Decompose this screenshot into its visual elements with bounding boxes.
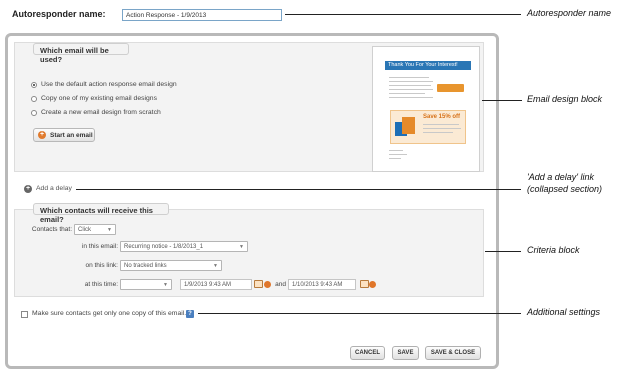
plus-icon: + — [38, 131, 46, 139]
help-icon[interactable]: ? — [186, 310, 194, 318]
option-label: Create a new email design from scratch — [41, 109, 161, 116]
preview-text-line — [389, 81, 433, 82]
radio-icon[interactable] — [31, 109, 37, 116]
at-this-time-label: at this time: — [84, 281, 118, 288]
preview-bag-image — [402, 117, 415, 134]
callout-add-delay: 'Add a delay' link — [527, 172, 594, 182]
callout-additional-settings: Additional settings — [527, 307, 601, 317]
preview-text-line — [389, 77, 429, 78]
save-button[interactable]: SAVE — [392, 346, 419, 360]
callout-line-autoresponder — [285, 14, 521, 15]
calendar-icon[interactable] — [254, 280, 263, 288]
add-delay-plus-icon[interactable]: + — [24, 185, 32, 193]
chevron-down-icon: ▼ — [163, 281, 168, 288]
preview-cta-button — [437, 84, 464, 92]
single-copy-label: Make sure contacts get only one copy of … — [32, 310, 187, 317]
contacts-that-select[interactable]: Click ▼ — [74, 224, 116, 235]
preview-text-line — [389, 150, 403, 151]
option-default-design[interactable]: Use the default action response email de… — [31, 81, 177, 88]
email-select[interactable]: Recurring notice - 1/8/2013_1 ▼ — [120, 241, 248, 252]
autoresponder-name-input[interactable] — [122, 9, 282, 21]
callout-add-delay-note: (collapsed section) — [527, 184, 603, 194]
preview-text-line — [423, 128, 461, 129]
start-email-button[interactable]: + Start an email — [33, 128, 95, 142]
preview-header: Thank You For Your Interest! — [385, 61, 471, 70]
link-select[interactable]: No tracked links ▼ — [120, 260, 222, 271]
time-select[interactable]: ▼ — [120, 279, 172, 290]
option-label: Copy one of my existing email designs — [41, 95, 157, 102]
radio-icon[interactable] — [31, 95, 37, 102]
contacts-that-label: Contacts that: — [31, 226, 72, 233]
single-copy-checkbox[interactable] — [21, 311, 28, 318]
clear-date-icon[interactable] — [264, 281, 271, 288]
preview-text-line — [389, 158, 401, 159]
calendar-icon[interactable] — [360, 280, 369, 288]
option-new-design[interactable]: Create a new email design from scratch — [31, 109, 161, 116]
option-copy-design[interactable]: Copy one of my existing email designs — [31, 95, 157, 102]
in-this-email-label: in this email: — [81, 243, 118, 250]
cancel-button[interactable]: CANCEL — [350, 346, 385, 360]
save-and-close-button[interactable]: SAVE & CLOSE — [425, 346, 481, 360]
contacts-that-value: Click — [78, 226, 91, 233]
preview-text-line — [423, 132, 453, 133]
date-to-input[interactable]: 1/10/2013 9:43 AM — [288, 279, 356, 290]
on-this-link-label: on this link: — [85, 262, 118, 269]
preview-text-line — [389, 89, 433, 90]
chevron-down-icon: ▼ — [239, 243, 244, 250]
callout-autoresponder-name: Autoresponder name — [527, 8, 612, 18]
start-email-label: Start an email — [50, 131, 93, 139]
chevron-down-icon: ▼ — [213, 262, 218, 269]
callout-line-add-delay — [76, 189, 521, 190]
option-label: Use the default action response email de… — [41, 81, 177, 88]
preview-text-line — [423, 124, 459, 125]
callout-line-criteria — [485, 251, 521, 252]
email-select-value: Recurring notice - 1/8/2013_1 — [124, 243, 204, 250]
chevron-down-icon: ▼ — [107, 226, 112, 233]
callout-line-email-design — [482, 100, 522, 101]
preview-offer-text: Save 15% off — [423, 114, 461, 120]
preview-text-line — [389, 85, 431, 86]
criteria-section-legend: Which contacts will receive this email? — [33, 203, 169, 224]
and-label: and — [275, 281, 286, 288]
callout-line-additional — [198, 313, 521, 314]
date-from-input[interactable]: 1/9/2013 9:43 AM — [180, 279, 252, 290]
clear-date-icon[interactable] — [369, 281, 376, 288]
radio-selected-icon[interactable] — [31, 81, 37, 88]
add-delay-link[interactable]: Add a delay — [36, 185, 72, 192]
link-select-value: No tracked links — [124, 262, 167, 269]
autoresponder-name-label: Autoresponder name: — [12, 9, 106, 19]
callout-email-design-block: Email design block — [527, 94, 603, 104]
preview-text-line — [389, 154, 407, 155]
preview-text-line — [389, 97, 433, 98]
callout-criteria-block: Criteria block — [527, 245, 580, 255]
email-section-legend: Which email will be used? — [33, 43, 129, 64]
preview-text-line — [389, 93, 425, 94]
